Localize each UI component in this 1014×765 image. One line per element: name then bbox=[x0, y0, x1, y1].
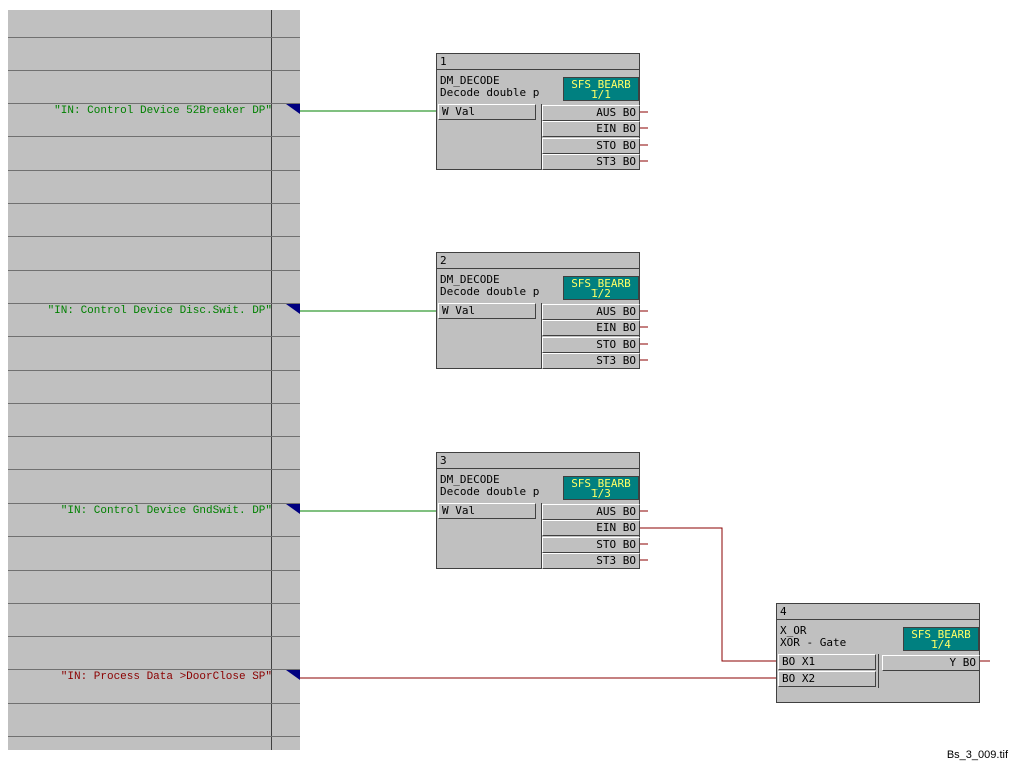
task-seq: 1/1 bbox=[591, 88, 611, 101]
output-port[interactable]: AUS BO bbox=[542, 304, 640, 320]
port-divider bbox=[878, 654, 879, 688]
block-number: 2 bbox=[437, 253, 639, 269]
output-port[interactable]: STO BO bbox=[542, 337, 640, 353]
block-number: 1 bbox=[437, 54, 639, 70]
input-port[interactable]: BO X2 bbox=[778, 671, 876, 687]
file-caption: Bs_3_009.tif bbox=[946, 749, 1008, 761]
task-badge[interactable]: SFS_BEARB 1/4 bbox=[903, 627, 979, 651]
output-port[interactable]: AUS BO bbox=[542, 504, 640, 520]
block-description: Decode double p bbox=[440, 485, 540, 498]
task-badge[interactable]: SFS_BEARB 1/2 bbox=[563, 276, 639, 300]
task-seq: 1/2 bbox=[591, 287, 611, 300]
connector-marker-icon bbox=[286, 304, 300, 314]
output-port[interactable]: STO BO bbox=[542, 537, 640, 553]
connector-marker-icon bbox=[286, 104, 300, 114]
block-type: X_OR bbox=[780, 624, 807, 637]
block-type: DM_DECODE bbox=[440, 473, 500, 486]
input-port[interactable]: BO X1 bbox=[778, 654, 876, 670]
output-port[interactable]: ST3 BO bbox=[542, 154, 640, 170]
connector-marker-icon bbox=[286, 670, 300, 680]
function-block-4[interactable]: 4 X_OR XOR - Gate SFS_BEARB 1/4 BO X1 BO… bbox=[776, 603, 980, 703]
function-block-1[interactable]: 1 DM_DECODE Decode double p SFS_BEARB 1/… bbox=[436, 53, 640, 170]
output-port[interactable]: STO BO bbox=[542, 138, 640, 154]
input-port[interactable]: W Val bbox=[438, 104, 536, 120]
input-port[interactable]: W Val bbox=[438, 303, 536, 319]
output-port[interactable]: AUS BO bbox=[542, 105, 640, 121]
block-type: DM_DECODE bbox=[440, 273, 500, 286]
output-port[interactable]: EIN BO bbox=[542, 121, 640, 137]
input-port[interactable]: W Val bbox=[438, 503, 536, 519]
function-block-3[interactable]: 3 DM_DECODE Decode double p SFS_BEARB 1/… bbox=[436, 452, 640, 569]
output-port[interactable]: EIN BO bbox=[542, 320, 640, 336]
block-number: 3 bbox=[437, 453, 639, 469]
block-description: XOR - Gate bbox=[780, 636, 847, 649]
output-port[interactable]: Y BO bbox=[882, 655, 980, 671]
connector-marker-icon bbox=[286, 504, 300, 514]
output-port[interactable]: ST3 BO bbox=[542, 553, 640, 569]
function-block-2[interactable]: 2 DM_DECODE Decode double p SFS_BEARB 1/… bbox=[436, 252, 640, 369]
block-type: DM_DECODE bbox=[440, 74, 500, 87]
wire-ein-to-xor bbox=[640, 527, 777, 662]
block-description: Decode double p bbox=[440, 86, 540, 99]
task-badge[interactable]: SFS_BEARB 1/1 bbox=[563, 77, 639, 101]
block-description: Decode double p bbox=[440, 285, 540, 298]
task-seq: 1/3 bbox=[591, 487, 611, 500]
block-number: 4 bbox=[777, 604, 979, 620]
task-badge[interactable]: SFS_BEARB 1/3 bbox=[563, 476, 639, 500]
output-port[interactable]: EIN BO bbox=[542, 520, 640, 536]
output-port[interactable]: ST3 BO bbox=[542, 353, 640, 369]
task-seq: 1/4 bbox=[931, 638, 951, 651]
